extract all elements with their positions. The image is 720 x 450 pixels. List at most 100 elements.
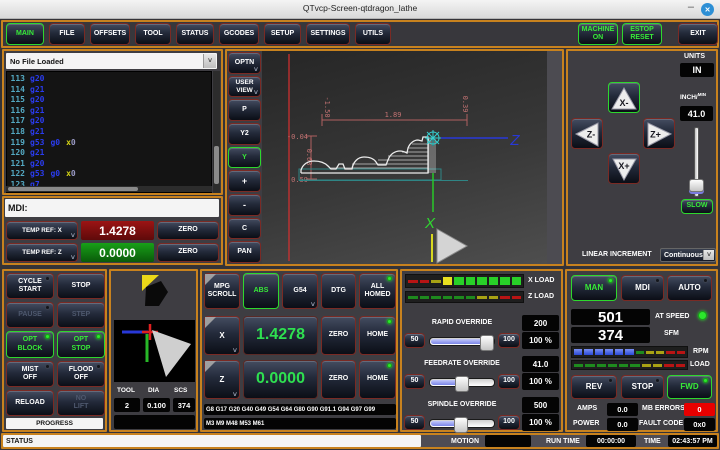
tab-setup[interactable]: SETUP	[264, 23, 301, 45]
time-label: TIME	[644, 438, 661, 445]
view-user-view-button[interactable]: USER VIEW˅	[228, 76, 261, 98]
dim-top-label: -0.04	[287, 133, 308, 141]
runtime-value: 00:00:00	[586, 435, 636, 447]
spindle-100-button[interactable]: 100	[498, 415, 520, 430]
all-homed-led	[387, 276, 392, 281]
flood-label: FLOOD OFF	[69, 366, 94, 382]
view-pan-button[interactable]: PAN	[228, 241, 261, 263]
slow-button[interactable]: SLOW	[681, 199, 713, 214]
flood-button[interactable]: FLOOD OFF	[57, 361, 105, 387]
exit-button[interactable]: EXIT	[678, 23, 718, 45]
view-y-button[interactable]: Y	[228, 147, 261, 169]
stop-button[interactable]: STOP	[57, 273, 105, 299]
linear-increment-combo[interactable]: Continuous ˅	[660, 248, 716, 262]
dro-x-value: 1.4278	[243, 316, 318, 355]
home-x-button[interactable]: HOME	[359, 316, 396, 355]
chevron-down-icon[interactable]: ˅	[703, 250, 714, 260]
spindle-fwd-button[interactable]: FWD	[667, 375, 712, 399]
tab-file[interactable]: FILE	[49, 23, 85, 45]
all-homed-button[interactable]: ALL HOMED	[359, 273, 396, 309]
gcode-hscrollbar[interactable]	[6, 186, 212, 192]
mdi-mode-button[interactable]: MDI	[621, 275, 664, 301]
spindle-stop-button[interactable]: STOP	[621, 375, 664, 399]
temp-ref-x-button[interactable]: TEMP REF: X˅	[6, 221, 78, 240]
feedrate-100-button[interactable]: 100	[498, 374, 520, 389]
no-lift-button[interactable]: NO LIFT	[57, 390, 105, 416]
feedrate-override-slider[interactable]	[429, 378, 495, 387]
tab-tool[interactable]: TOOL	[135, 23, 171, 45]
axis-x-button[interactable]: X˅	[204, 316, 240, 355]
zero-x-button[interactable]: ZERO	[157, 221, 219, 240]
spindle-load-label: LOAD	[690, 361, 710, 368]
view-optn-button[interactable]: OPTN˅	[228, 52, 261, 74]
jog-x-minus-button[interactable]: X-	[608, 82, 640, 113]
view-zoom-in-button[interactable]: +	[228, 170, 261, 192]
tab-utils[interactable]: UTILS	[355, 23, 391, 45]
step-button[interactable]: STEP	[57, 302, 105, 328]
gl-preview[interactable]: 1.89 -1.50 0.39 -0.04 0.63 0.59	[262, 51, 547, 264]
auto-mode-button[interactable]: AUTO	[667, 275, 712, 301]
dia-label: DIA	[148, 387, 159, 394]
zero-z-dro-button[interactable]: ZERO	[321, 360, 356, 399]
close-button[interactable]: ✕	[701, 3, 714, 16]
temp-ref-z-button[interactable]: TEMP REF: Z˅	[6, 243, 78, 262]
cycle-start-button[interactable]: CYCLE START	[6, 273, 54, 299]
jog-x-plus-button[interactable]: X+	[608, 153, 640, 184]
opt-stop-button[interactable]: OPT STOP	[57, 331, 105, 358]
tab-offsets[interactable]: OFFSETS	[90, 23, 130, 45]
rapid-override-slider[interactable]	[429, 337, 495, 346]
zero-x-dro-button[interactable]: ZERO	[321, 316, 356, 355]
view-clear-button[interactable]: C	[228, 218, 261, 240]
rapid-50-button[interactable]: 50	[404, 333, 425, 348]
feedrate-50-button[interactable]: 50	[404, 374, 425, 389]
jog-z-plus-button[interactable]: Z+	[643, 118, 675, 149]
estop-reset-button[interactable]: ESTOP RESET	[622, 23, 662, 45]
axis-z-label: Z	[220, 375, 225, 384]
linear-increment-label: LINEAR INCREMENT	[582, 251, 652, 258]
reload-button[interactable]: RELOAD	[6, 390, 54, 416]
corner-fold-icon	[205, 317, 216, 328]
file-combo[interactable]: No File Loaded ˅	[6, 53, 217, 69]
jog-rate-slider-handle[interactable]	[689, 179, 704, 192]
man-mode-button[interactable]: MAN	[571, 275, 617, 301]
view-y2-button[interactable]: Y2	[228, 123, 261, 145]
home-z-label: HOME	[367, 375, 388, 383]
spindle-override-slider[interactable]	[429, 419, 495, 428]
mist-button[interactable]: MIST OFF	[6, 361, 54, 387]
tool-orientation-icon	[133, 273, 173, 311]
dtg-button[interactable]: DTG	[321, 273, 356, 309]
jog-z-minus-button[interactable]: Z-	[571, 118, 603, 149]
axis-z-button[interactable]: Z˅	[204, 360, 240, 399]
minimize-button[interactable]: –	[688, 1, 694, 13]
spindle-rev-button[interactable]: REV	[571, 375, 617, 399]
spindle-50-button[interactable]: 50	[404, 415, 425, 430]
gcode-view[interactable]: 113g20114g21115g20116g21117g20118g21119g…	[6, 71, 212, 193]
view-zoom-out-button[interactable]: -	[228, 194, 261, 216]
abs-button[interactable]: ABS	[243, 273, 279, 309]
units-value: IN	[680, 63, 714, 77]
chevron-down-icon[interactable]: ˅	[203, 54, 216, 68]
rapid-100-button[interactable]: 100	[498, 333, 520, 348]
dia-value: 0.100	[143, 398, 170, 412]
machine-on-button[interactable]: MACHINE ON	[578, 23, 618, 45]
pause-button[interactable]: PAUSE	[6, 302, 54, 328]
dim-right-label: 0.39	[461, 96, 469, 113]
gcode-vscrollbar[interactable]	[213, 71, 220, 193]
vscroll-handle[interactable]	[214, 146, 219, 184]
g54-button[interactable]: G54˅	[282, 273, 318, 309]
tab-status[interactable]: STATUS	[176, 23, 214, 45]
tab-gcodes[interactable]: GCODES	[219, 23, 259, 45]
tab-main[interactable]: MAIN	[6, 23, 44, 45]
home-z-button[interactable]: HOME	[359, 360, 396, 399]
mdi-entry[interactable]: MDI:	[5, 199, 219, 217]
view-p-button[interactable]: P	[228, 99, 261, 121]
home-x-led	[387, 319, 392, 324]
chevron-down-icon: ˅	[71, 255, 75, 262]
opt-block-button[interactable]: OPT BLOCK	[6, 331, 54, 358]
hscroll-handle[interactable]	[8, 187, 138, 191]
zero-z-button[interactable]: ZERO	[157, 243, 219, 262]
power-label: POWER	[573, 420, 599, 427]
mpg-scroll-button[interactable]: MPG SCROLL	[204, 273, 240, 309]
part-profile	[301, 137, 428, 173]
tab-settings[interactable]: SETTINGS	[306, 23, 350, 45]
